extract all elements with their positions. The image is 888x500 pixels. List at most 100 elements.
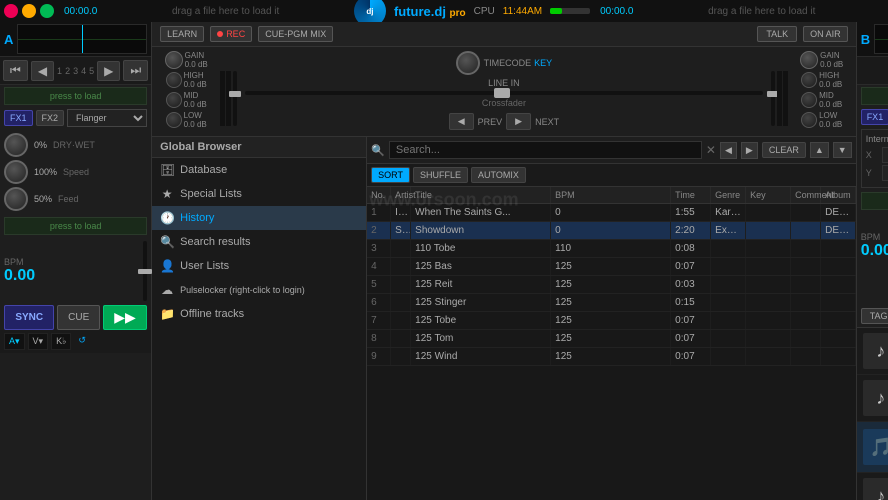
deck-a-fx1-btn[interactable]: FX1 bbox=[4, 110, 33, 126]
deck-a-rew-btn[interactable]: ◀ bbox=[31, 61, 54, 81]
channel-b-low-knob[interactable] bbox=[801, 112, 817, 128]
sidebar-item-pulselocker[interactable]: ☁ Pulselocker (right-click to login) bbox=[152, 278, 366, 302]
deck-a-load-2[interactable]: press to load bbox=[4, 217, 147, 235]
sidebar-item-history[interactable]: 🕐 History bbox=[152, 206, 366, 230]
deck-a-sync-btn[interactable]: SYNC bbox=[4, 305, 54, 330]
track-row[interactable]: 4 125 Bas 125 0:07 bbox=[367, 258, 856, 276]
deck-a-pitch-thumb bbox=[138, 269, 152, 274]
ifx-x-select[interactable]: Flanger Reverb bbox=[882, 147, 888, 163]
track-row[interactable]: 7 125 Tobe 125 0:07 bbox=[367, 312, 856, 330]
np-thumb: ♪ bbox=[863, 478, 888, 500]
prev-label: PREV bbox=[478, 117, 503, 127]
channel-b-high-knob[interactable] bbox=[801, 72, 817, 88]
automix-btn[interactable]: AUTOMIX bbox=[471, 167, 526, 183]
track-row[interactable]: 2 Survi Showdown 0 2:20 Experime DEMO AU… bbox=[367, 222, 856, 240]
col-genre: Genre bbox=[711, 187, 746, 203]
track-title: 125 Tom bbox=[411, 330, 551, 347]
np-track-item[interactable]: ♪ Showdown Survi DEMO AUDIO (2015) | Exp… bbox=[857, 328, 888, 375]
deck-a-hotcue-1: 1 bbox=[57, 66, 62, 76]
prev-btn[interactable]: ◀ bbox=[449, 113, 474, 130]
shuffle-btn[interactable]: SHUFFLE bbox=[413, 167, 468, 183]
sidebar-item-search-results[interactable]: 🔍 Search results bbox=[152, 230, 366, 254]
channel-a-fader[interactable] bbox=[233, 71, 237, 126]
minimize-button[interactable] bbox=[22, 4, 36, 18]
sidebar-item-offline-tracks[interactable]: 📁 Offline tracks bbox=[152, 302, 366, 326]
deck-a-speed-knob[interactable] bbox=[4, 160, 28, 184]
deck-b-fx1-btn[interactable]: FX1 bbox=[861, 109, 888, 125]
np-track-item[interactable]: ♪ Viceroy Survi DEMO AUDIO (2015) | Expe… bbox=[857, 473, 888, 500]
channel-a-high-knob[interactable] bbox=[166, 72, 182, 88]
nav-down-btn[interactable]: ▼ bbox=[833, 142, 852, 158]
deck-a-cue-btn[interactable]: CUE bbox=[57, 305, 100, 330]
deck-a-fwd-btn[interactable]: ▶ bbox=[97, 61, 120, 81]
track-artist bbox=[391, 276, 411, 293]
vu-left-1 bbox=[220, 71, 225, 126]
tag-btn[interactable]: TAG bbox=[861, 308, 888, 324]
sidebar-item-special-lists[interactable]: ★ Special Lists bbox=[152, 182, 366, 206]
np-track-item[interactable]: ♪ Showdown Survi DEMO AUDIO (2015) | Exp… bbox=[857, 375, 888, 422]
internal-fx-title: Internal FX bbox=[866, 134, 888, 144]
deck-a-next-btn[interactable]: ⏭ bbox=[123, 60, 148, 81]
sidebar-item-database[interactable]: 🗄 Database bbox=[152, 158, 366, 182]
channel-a-low-knob[interactable] bbox=[166, 112, 182, 128]
channel-b-mid-knob[interactable] bbox=[801, 92, 817, 108]
np-track-item[interactable]: 🎵 When The Saints Go Marching In In The … bbox=[857, 422, 888, 473]
track-comment bbox=[791, 222, 821, 239]
deck-a-play-btn[interactable]: ▶▶ bbox=[103, 305, 147, 330]
track-comment bbox=[791, 312, 821, 329]
deck-b-letter: B bbox=[861, 32, 870, 47]
sidebar-item-user-lists[interactable]: 👤 User Lists bbox=[152, 254, 366, 278]
track-row[interactable]: 1 In The Style O When The Saints G... 0 … bbox=[367, 204, 856, 222]
channel-a-eq: GAIN0.0 dB HIGH0.0 dB MID0.0 dB LOW0.0 d… bbox=[156, 51, 216, 132]
deck-a-feed-knob[interactable] bbox=[4, 187, 28, 211]
track-title: When The Saints G... bbox=[411, 204, 551, 221]
ifx-y-select[interactable]: LP Cutoff HP Cutoff bbox=[882, 165, 888, 181]
clear-btn[interactable]: CLEAR bbox=[762, 142, 806, 158]
deck-b-load-2[interactable]: press to load bbox=[861, 192, 888, 210]
cue-pgm-btn[interactable]: CUE-PGM MIX bbox=[258, 26, 333, 42]
track-row[interactable]: 3 110 Tobe 110 0:08 bbox=[367, 240, 856, 258]
deck-a-fx-select[interactable]: Flanger Reverb Delay bbox=[67, 109, 147, 127]
channel-b-gain-knob[interactable] bbox=[800, 51, 818, 69]
talk-btn[interactable]: TALK bbox=[757, 26, 797, 42]
maximize-button[interactable] bbox=[40, 4, 54, 18]
sort-btn[interactable]: SORT bbox=[371, 167, 410, 183]
channel-b-fader[interactable] bbox=[771, 71, 775, 126]
track-title: 125 Wind bbox=[411, 348, 551, 365]
nav-up-btn[interactable]: ▲ bbox=[810, 142, 829, 158]
onair-btn[interactable]: ON AIR bbox=[803, 26, 848, 42]
search-clear-btn[interactable]: ✕ bbox=[706, 143, 716, 157]
track-row[interactable]: 5 125 Reit 125 0:03 bbox=[367, 276, 856, 294]
nav-fwd-btn[interactable]: ▶ bbox=[741, 142, 758, 159]
channel-a-mid-knob[interactable] bbox=[166, 92, 182, 108]
deck-a-load-1[interactable]: press to load bbox=[4, 87, 147, 105]
track-no: 6 bbox=[367, 294, 391, 311]
crossfader[interactable] bbox=[245, 91, 763, 95]
deck-a-mode: A▾ bbox=[4, 333, 25, 350]
track-album bbox=[821, 312, 856, 329]
deck-a-prev-btn[interactable]: ⏮ bbox=[3, 60, 28, 81]
track-no: 3 bbox=[367, 240, 391, 257]
deck-a-pitch-slider[interactable] bbox=[143, 241, 147, 301]
deck-a-k: K♭ bbox=[51, 333, 71, 350]
np-thumb: ♪ bbox=[863, 333, 888, 369]
nav-back-btn[interactable]: ◀ bbox=[720, 142, 737, 159]
user-lists-icon: 👤 bbox=[160, 259, 174, 273]
track-title: 125 Tobe bbox=[411, 312, 551, 329]
learn-btn[interactable]: LEARN bbox=[160, 26, 204, 42]
deck-a-fx2-btn[interactable]: FX2 bbox=[36, 110, 65, 126]
track-row[interactable]: 9 125 Wind 125 0:07 bbox=[367, 348, 856, 366]
track-row[interactable]: 6 125 Stinger 125 0:15 bbox=[367, 294, 856, 312]
next-btn[interactable]: ▶ bbox=[506, 113, 531, 130]
sidebar-item-offline-tracks-label: Offline tracks bbox=[180, 308, 244, 320]
search-input[interactable] bbox=[389, 141, 702, 159]
rec-btn[interactable]: REC bbox=[210, 26, 252, 42]
channel-a-gain-knob[interactable] bbox=[165, 51, 183, 69]
deck-a-drywet-knob[interactable] bbox=[4, 133, 28, 157]
deck-b-load-1[interactable]: press to load bbox=[861, 87, 888, 105]
deck-b-fx-row: FX1 FX2 bbox=[857, 107, 888, 127]
crossfader-label: Crossfader bbox=[482, 98, 526, 108]
headphone-knob[interactable] bbox=[456, 51, 480, 75]
track-row[interactable]: 8 125 Tom 125 0:07 bbox=[367, 330, 856, 348]
close-button[interactable] bbox=[4, 4, 18, 18]
